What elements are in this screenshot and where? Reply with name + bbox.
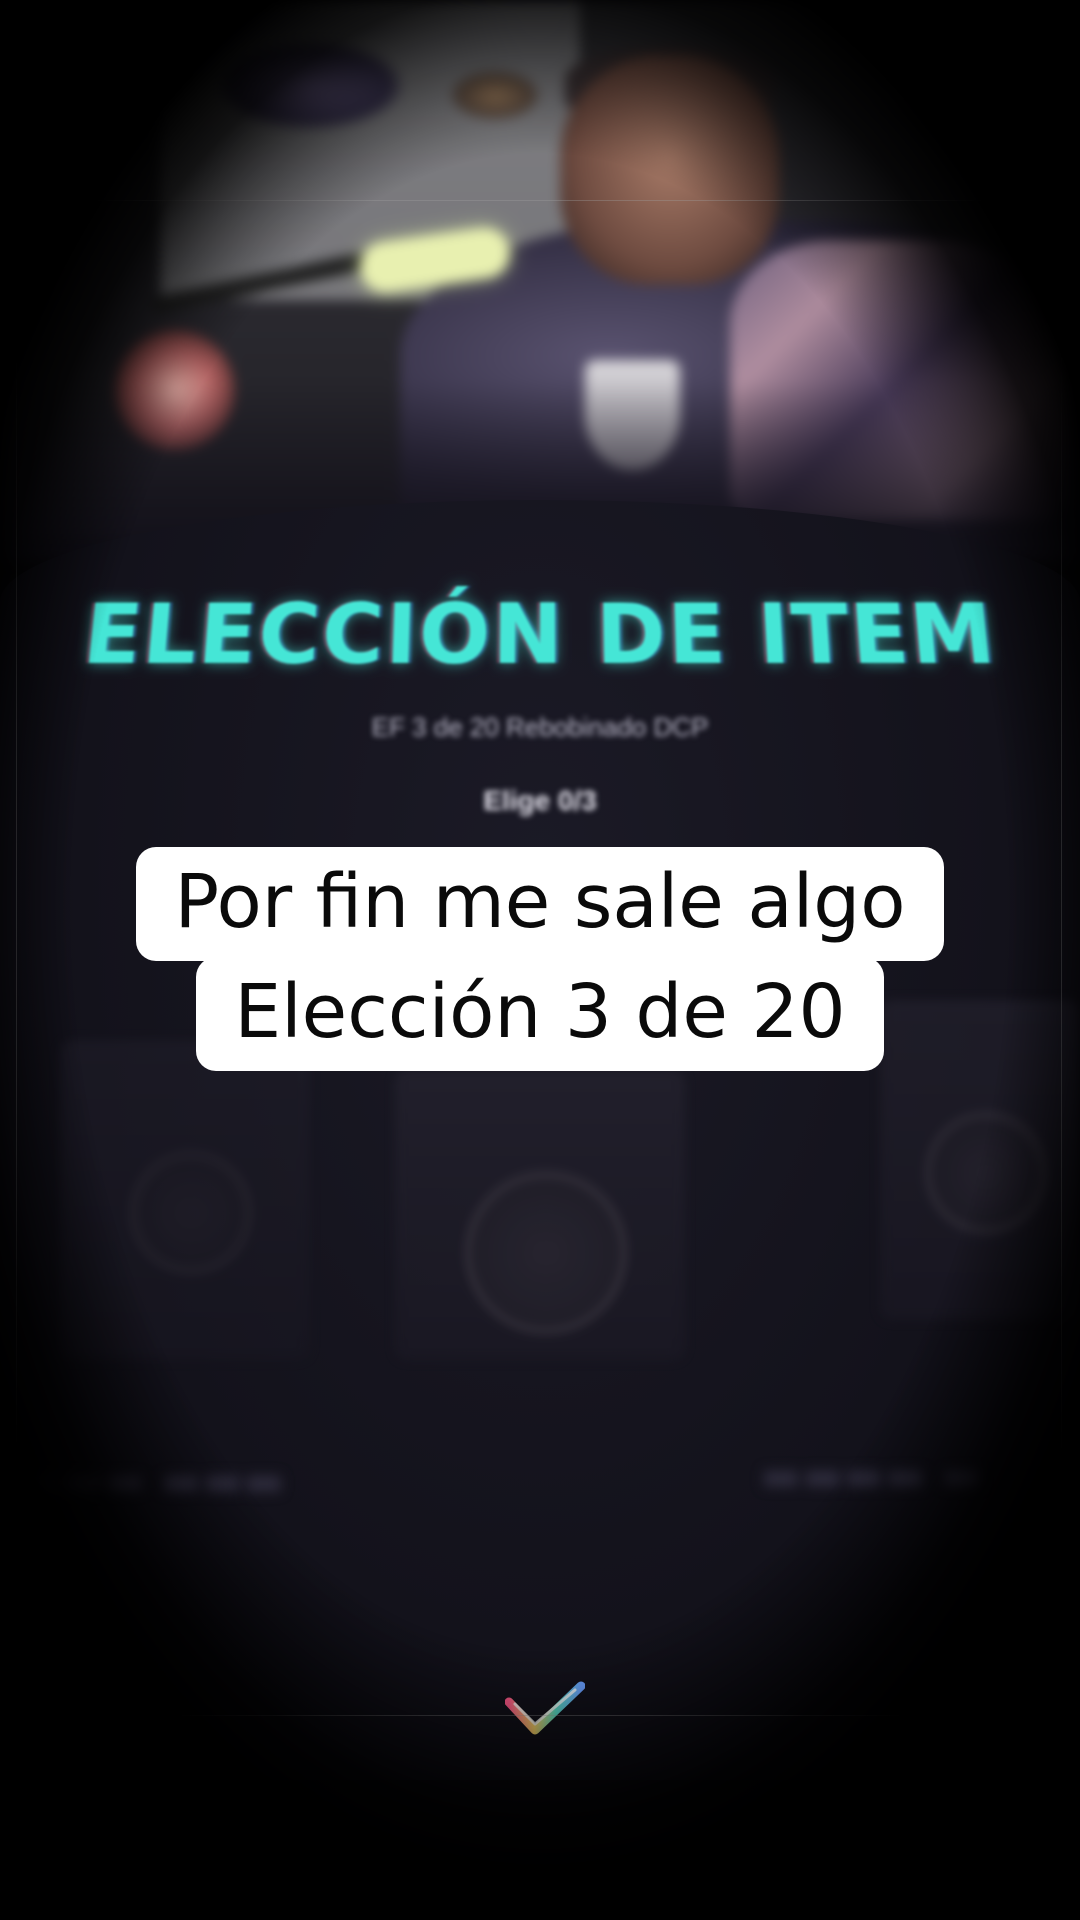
item-emblem-icon [925, 1112, 1047, 1234]
club-logo-icon [215, 40, 405, 130]
item-card-left[interactable] [60, 1040, 310, 1360]
selection-subtitle: EF 3 de 20 Rebobinado DCP [371, 712, 709, 742]
item-card-center[interactable] [395, 1070, 685, 1360]
caption-line-1: Por fin me sale algo [136, 847, 944, 961]
chevron-logo-icon [505, 1681, 585, 1735]
caption-block: Por fin me sale algo Elección 3 de 20 [0, 847, 1080, 1071]
item-emblem-icon [130, 1152, 252, 1274]
blurred-label-left: ▬▬▬ ▬▬▬ [20, 1455, 285, 1506]
streamer-head [560, 55, 780, 285]
item-selection-title: ELECCIÓN DE ITEM [78, 586, 1002, 684]
item-emblem-icon [465, 1171, 627, 1334]
pick-counter: Elige 0/3 [483, 785, 597, 816]
small-logo-icon [450, 70, 540, 120]
caption-line-2: Elección 3 de 20 [196, 957, 884, 1071]
webcam-overlay [0, 0, 1080, 560]
video-frame: ELECCIÓN DE ITEM EF 3 de 20 Rebobinado D… [0, 0, 1080, 1920]
blurred-label-right: ▬▬▬▬ ▬ [760, 1450, 984, 1501]
